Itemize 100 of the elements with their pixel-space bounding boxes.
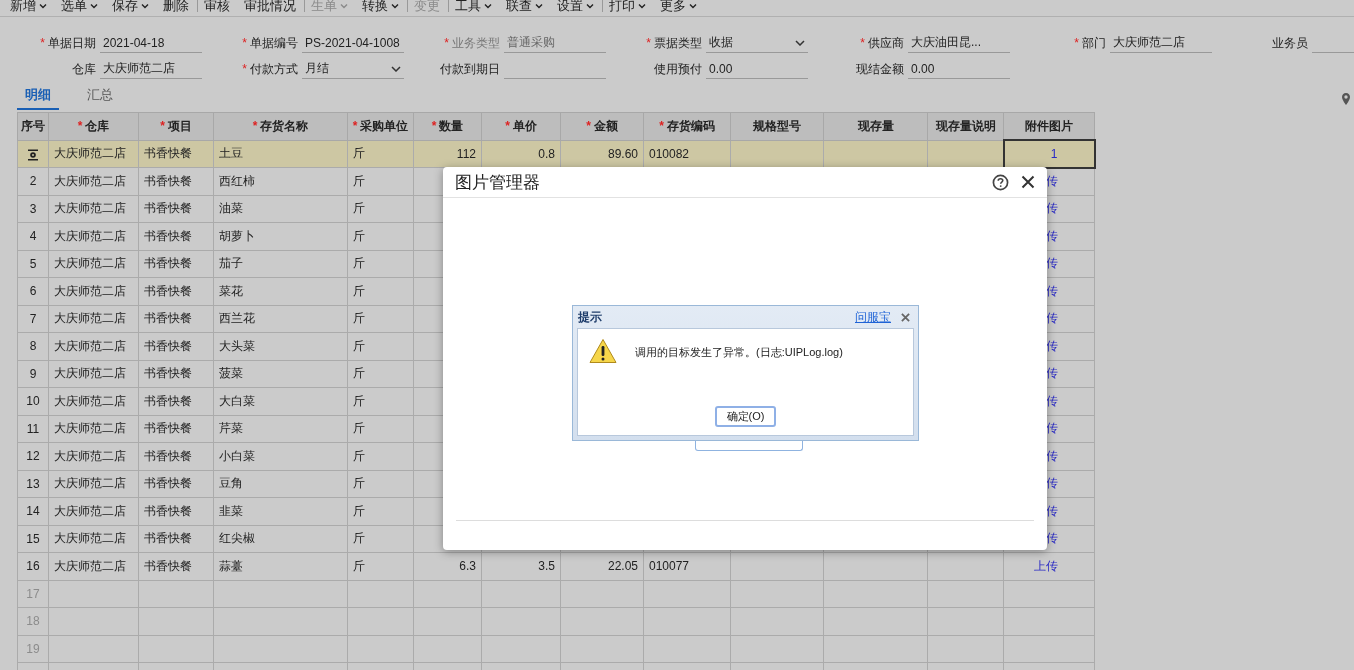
input-field[interactable]: 2021-04-18 xyxy=(100,33,202,53)
table-cell: 书香快餐 xyxy=(138,195,214,223)
table-cell: 西兰花 xyxy=(213,305,348,333)
column-header[interactable]: * 存货名称 xyxy=(213,112,348,140)
column-header[interactable]: * 采购单位 xyxy=(347,112,414,140)
column-header[interactable]: * 单价 xyxy=(481,112,561,140)
table-cell: 芹菜 xyxy=(213,415,348,443)
column-header[interactable]: * 存货编码 xyxy=(643,112,731,140)
table-cell: 斤 xyxy=(347,277,414,305)
row-number: 7 xyxy=(17,305,49,333)
table-cell: 3.5 xyxy=(481,552,561,580)
table-cell: 大庆师范二店 xyxy=(48,360,139,388)
table-cell: 书香快餐 xyxy=(138,525,214,553)
input-field[interactable]: 0.00 xyxy=(908,59,1010,79)
close-icon[interactable] xyxy=(1021,175,1035,189)
help-link[interactable]: 问服宝 xyxy=(855,308,891,326)
table-cell: 书香快餐 xyxy=(138,470,214,498)
chevron-down-icon[interactable] xyxy=(391,66,401,72)
row-number: 17 xyxy=(17,580,49,608)
attachment-link[interactable]: 上传 xyxy=(1003,552,1095,580)
table-cell: 书香快餐 xyxy=(138,360,214,388)
chevron-down-icon xyxy=(141,3,149,9)
field-label: 使用预付 xyxy=(654,61,702,76)
input-field[interactable]: 大庆油田昆... xyxy=(908,33,1010,53)
table-cell: 蒜薹 xyxy=(213,552,348,580)
chevron-down-icon xyxy=(391,3,399,9)
chevron-down-icon xyxy=(689,3,697,9)
table-cell: 油菜 xyxy=(213,195,348,223)
table-cell: 韭菜 xyxy=(213,497,348,525)
table-cell: 菠菜 xyxy=(213,360,348,388)
dialog-title: 提示 xyxy=(577,308,603,326)
row-number: 13 xyxy=(17,470,49,498)
table-cell: 大庆师范二店 xyxy=(48,195,139,223)
column-header[interactable]: * 金额 xyxy=(560,112,644,140)
location-pin-icon[interactable] xyxy=(1341,92,1351,106)
table-cell: 小白菜 xyxy=(213,442,348,470)
tab[interactable]: 汇总 xyxy=(79,83,121,110)
chevron-down-icon[interactable] xyxy=(795,40,805,46)
table-cell: 书香快餐 xyxy=(138,497,214,525)
toolbar-button[interactable]: 联查 xyxy=(500,0,551,16)
table-cell: 斤 xyxy=(347,470,414,498)
table-cell: 6.3 xyxy=(413,552,482,580)
row-number: 5 xyxy=(17,250,49,278)
row-number: 2 xyxy=(17,167,49,195)
help-icon[interactable] xyxy=(992,173,1009,191)
table-cell: 斤 xyxy=(347,250,414,278)
dropdown-field[interactable]: 月结 xyxy=(302,59,404,79)
row-number: 8 xyxy=(17,332,49,360)
alert-message: 调用的目标发生了异常。(日志:UIPLog.log) xyxy=(635,345,843,360)
column-header[interactable]: 序号 xyxy=(17,112,49,140)
chevron-down-icon xyxy=(638,3,646,9)
field-label: 供应商 xyxy=(868,35,904,50)
table-cell: 书香快餐 xyxy=(138,332,214,360)
table-cell: 斤 xyxy=(347,305,414,333)
toolbar-button[interactable]: 删除 xyxy=(157,0,197,16)
field-label: 付款到期日 xyxy=(440,61,500,76)
toolbar-button[interactable]: 打印 xyxy=(603,0,654,16)
ok-button[interactable]: 确定(O) xyxy=(715,406,776,427)
table-cell: 书香快餐 xyxy=(138,250,214,278)
input-field[interactable]: 大庆师范二店 xyxy=(100,59,202,79)
column-header[interactable]: 附件图片 xyxy=(1003,112,1095,140)
table-cell: 大庆师范二店 xyxy=(48,525,139,553)
table-cell: 大庆师范二店 xyxy=(48,305,139,333)
chevron-down-icon xyxy=(340,3,348,9)
toolbar-button[interactable]: 选单 xyxy=(55,0,106,16)
table-cell: 斤 xyxy=(347,360,414,388)
table-cell: 书香快餐 xyxy=(138,167,214,195)
table-cell: 西红柿 xyxy=(213,167,348,195)
column-header[interactable]: 规格型号 xyxy=(730,112,824,140)
toolbar-button[interactable]: 更多 xyxy=(654,0,705,16)
toolbar-button[interactable]: 工具 xyxy=(449,0,500,16)
column-header[interactable]: * 数量 xyxy=(413,112,482,140)
table-cell: 22.05 xyxy=(560,552,644,580)
dropdown-field[interactable]: 收据 xyxy=(706,33,808,53)
field-label: 仓库 xyxy=(72,61,96,76)
required-mark: * xyxy=(860,35,865,50)
field-label: 业务类型 xyxy=(452,35,500,50)
table-cell: 大庆师范二店 xyxy=(48,277,139,305)
toolbar-button[interactable]: 设置 xyxy=(551,0,602,16)
chevron-down-icon xyxy=(484,3,492,9)
column-header[interactable]: 现存量说明 xyxy=(927,112,1004,140)
row-number: 18 xyxy=(17,607,49,635)
table-cell: 大白菜 xyxy=(213,387,348,415)
input-field[interactable]: 大庆师范二店 xyxy=(1110,33,1212,53)
input-field[interactable]: 0.00 xyxy=(706,59,808,79)
input-field[interactable]: PS-2021-04-1008 xyxy=(302,33,404,53)
field-label: 现结金额 xyxy=(856,61,904,76)
required-mark: * xyxy=(242,61,247,76)
column-header[interactable]: * 仓库 xyxy=(48,112,139,140)
tab[interactable]: 明细 xyxy=(17,83,59,110)
table-cell: 斤 xyxy=(347,195,414,223)
table-cell: 斤 xyxy=(347,140,414,168)
required-mark: * xyxy=(646,35,651,50)
toolbar-button[interactable]: 转换 xyxy=(356,0,407,16)
toolbar-button[interactable]: 保存 xyxy=(106,0,157,16)
table-cell: 豆角 xyxy=(213,470,348,498)
column-header[interactable]: 现存量 xyxy=(823,112,928,140)
row-edit-icon[interactable] xyxy=(27,148,39,161)
table-cell: 大庆师范二店 xyxy=(48,167,139,195)
column-header[interactable]: * 项目 xyxy=(138,112,214,140)
